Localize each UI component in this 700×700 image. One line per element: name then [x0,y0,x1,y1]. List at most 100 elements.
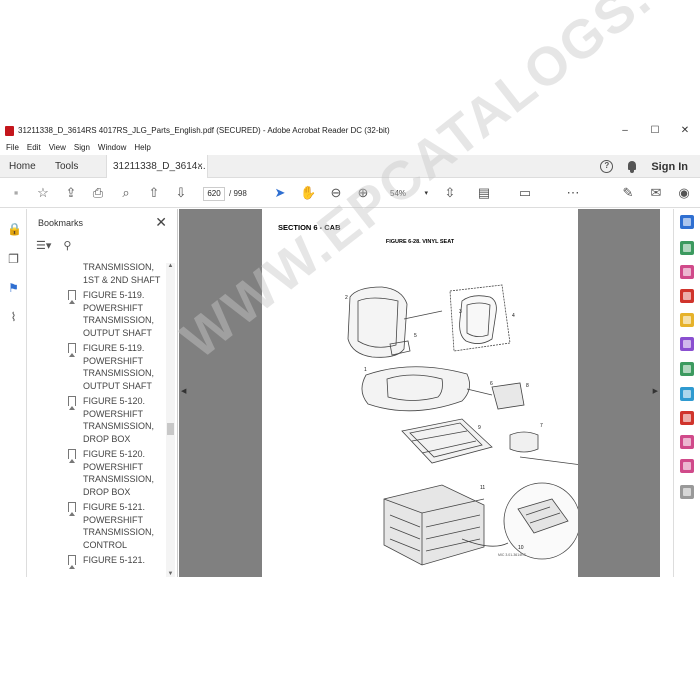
bookmark-line: OUTPUT SHAFT [83,327,152,338]
attachments-icon[interactable]: ⌇ [7,310,20,324]
bookmark-line: TRANSMISSION, [83,368,155,378]
bookmark-line: FIGURE 5-119. [83,343,145,353]
collapse-right-panel-icon[interactable]: ▶ [653,387,658,395]
edit-pdf-icon[interactable] [680,289,694,303]
scroll-up-icon[interactable]: ▲ [166,263,175,269]
bookmark-line: POWERSHIFT [83,302,143,313]
document-viewport[interactable]: ◀ SECTION 6 - CAB FIGURE 6-28. VINYL SEA… [179,209,660,577]
hand-tool-icon[interactable]: ✋ [300,185,316,201]
fill-sign-icon[interactable]: ✎ [620,185,636,201]
scrolling-mode-icon[interactable]: ▤ [476,185,492,201]
tab-close-icon[interactable]: × [197,155,203,178]
callout-label: 3 [459,309,462,315]
bookmark-line: TRANSMISSION, [83,474,155,484]
notification-bell-icon[interactable] [627,160,637,173]
menu-window[interactable]: Window [98,143,126,152]
zoom-search-icon[interactable]: ⌕ [118,185,134,201]
bookmarks-panel-icon[interactable]: ⚑ [7,281,20,295]
bookmark-line: POWERSHIFT [83,514,143,525]
bookmark-item[interactable]: FIGURE 5-119. POWERSHIFT TRANSMISSION, OUTP… [28,289,164,339]
seat-parts-diagram: 2 3 4 5 1 6 8 7 9 11 10 [345,284,578,566]
bookmark-line: FIGURE 5-121. [83,555,146,565]
bookmark-line: POWERSHIFT [83,408,143,419]
bookmark-icon [68,502,76,516]
bookmark-item[interactable]: FIGURE 5-121. POWERSHIFT TRANSMISSION, CONT… [28,501,164,551]
close-window-button[interactable]: ✕ [670,122,700,139]
find-bookmark-icon[interactable]: ⚲ [63,239,71,255]
tab-tools[interactable]: Tools [55,155,78,178]
bookmark-line: TRANSMISSION, [83,421,155,431]
save-icon[interactable]: ▪ [8,185,24,201]
bookmark-line: CONTROL [83,539,128,550]
bookmark-line: DROP BOX [83,433,131,444]
combine-files-icon[interactable] [680,337,694,351]
page-thumbnails-icon[interactable]: ❐ [7,252,20,266]
window-controls: – ☐ ✕ [610,122,700,139]
bookmark-partial-top[interactable]: TRANSMISSION, 1ST & 2ND SHAFT [28,263,164,286]
bookmark-item[interactable]: FIGURE 5-120. POWERSHIFT TRANSMISSION, DROP… [28,448,164,498]
tab-home[interactable]: Home [9,155,36,178]
callout-label: 10 [518,545,524,551]
tab-document-label: 31211338_D_3614... [113,161,206,172]
tab-document[interactable]: 31211338_D_3614... × [106,155,208,178]
print-icon[interactable]: ⎙ [90,185,106,201]
collapse-left-panel-icon[interactable]: ◀ [181,387,186,395]
bookmark-star-icon[interactable]: ☆ [35,185,51,201]
pdf-page: SECTION 6 - CAB FIGURE 6-28. VINYL SEAT [262,209,578,577]
sign-in-button[interactable]: Sign In [651,161,688,173]
menu-file[interactable]: File [6,143,19,152]
fill-sign-tool-icon[interactable] [680,411,694,425]
callout-label: 9 [478,425,481,431]
acrobat-app-icon [5,125,14,136]
bookmark-item[interactable]: FIGURE 5-120. POWERSHIFT TRANSMISSION, DROP… [28,395,164,445]
maximize-button[interactable]: ☐ [640,122,670,139]
menu-sign[interactable]: Sign [74,143,90,152]
upload-icon[interactable]: ⇪ [63,185,79,201]
help-icon[interactable]: ? [600,160,614,173]
bookmarks-toolbar: ☰▾ ⚲ [36,239,71,255]
zoom-out-icon[interactable]: ⊖ [328,185,344,201]
tab-bar: Home Tools 31211338_D_3614... × ? Sign I… [0,155,700,178]
more-tools-panel-icon[interactable] [680,485,694,499]
menu-edit[interactable]: Edit [27,143,41,152]
bookmark-options-icon[interactable]: ☰▾ [36,239,51,255]
bookmarks-scrollbar[interactable]: ▲ ▼ [166,263,175,577]
scroll-down-icon[interactable]: ▼ [166,571,175,577]
lock-icon[interactable]: 🔒 [7,222,22,236]
title-bar: 31211338_D_3614RS 4017RS_JLG_Parts_Engli… [0,122,700,139]
bookmark-item[interactable]: FIGURE 5-121. [28,554,164,569]
menu-help[interactable]: Help [134,143,150,152]
page-total-label: / 998 [229,189,247,198]
minimize-button[interactable]: – [610,122,640,139]
bookmark-icon [68,343,76,357]
bookmarks-close-icon[interactable]: ✕ [155,214,167,231]
more-tools-icon[interactable]: ⋯ [565,185,581,201]
bookmark-line: TRANSMISSION, [83,527,155,537]
bookmark-icon [68,449,76,463]
comment-icon[interactable]: ▭ [517,185,533,201]
comment-tool-icon[interactable] [680,313,694,327]
select-cursor-icon[interactable]: ➤ [272,185,288,201]
search-tool-icon[interactable] [680,215,694,229]
scrollbar-thumb[interactable] [167,423,174,435]
left-navigation-rail: 🔒 ❐ ⚑ ⌇ [0,209,27,577]
zoom-level-select[interactable]: 54% ▾ [380,187,430,201]
callout-label: 1 [364,367,367,373]
bookmark-item[interactable]: FIGURE 5-119. POWERSHIFT TRANSMISSION, OUTP… [28,342,164,392]
page-number-input[interactable]: 620 [203,187,225,201]
account-icon[interactable]: ◉ [676,185,692,201]
organize-pages-icon[interactable] [680,362,694,376]
next-page-icon[interactable]: ⇩ [173,185,189,201]
compress-pdf-icon[interactable] [680,387,694,401]
send-for-signature-icon[interactable] [680,435,694,449]
bookmark-icon [68,290,76,304]
protect-pdf-icon[interactable] [680,459,694,473]
previous-page-icon[interactable]: ⇧ [146,185,162,201]
zoom-in-icon[interactable]: ⊕ [355,185,371,201]
bookmark-line: DROP BOX [83,486,131,497]
share-email-icon[interactable]: ✉ [648,185,664,201]
export-pdf-icon[interactable] [680,241,694,255]
page-fit-icon[interactable]: ⇳ [442,185,458,201]
create-pdf-icon[interactable] [680,265,694,279]
menu-view[interactable]: View [49,143,66,152]
